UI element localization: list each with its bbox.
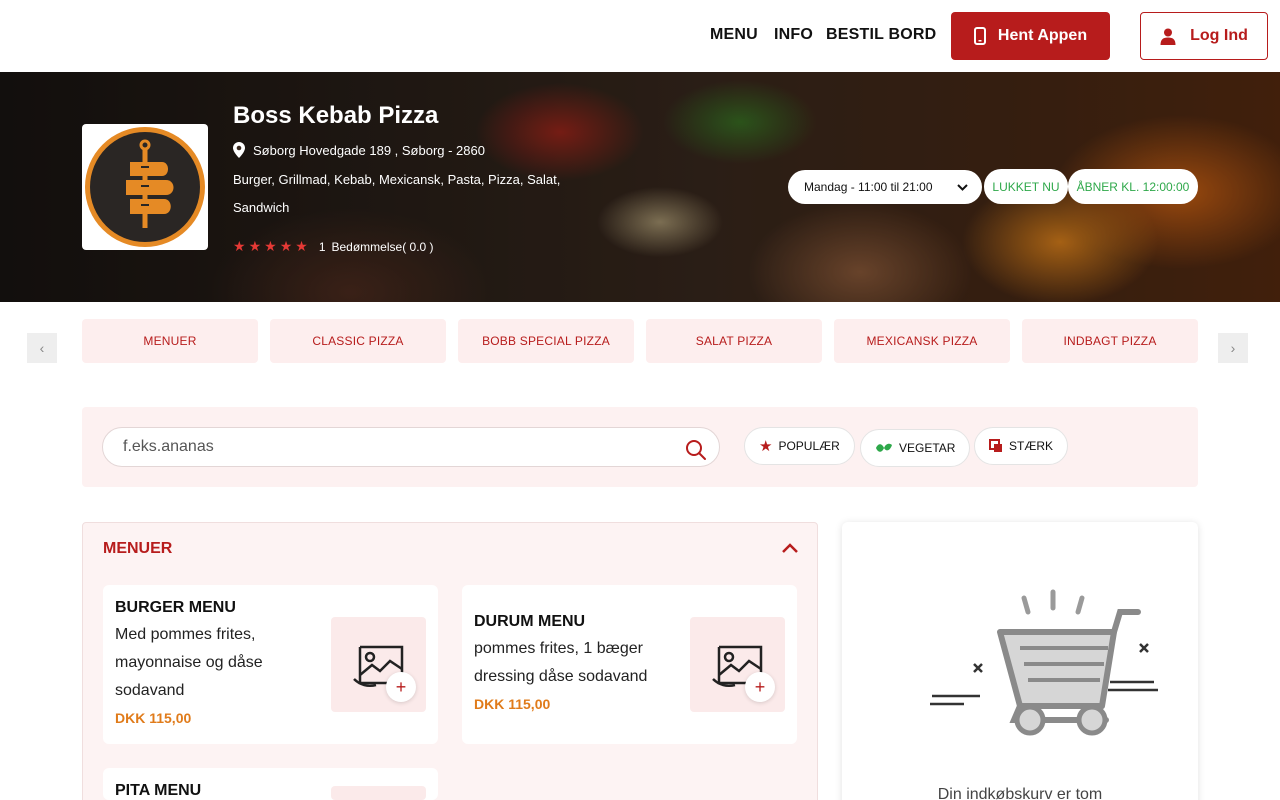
- menu-item-image: [331, 786, 426, 800]
- menu-search-input[interactable]: [102, 427, 720, 467]
- get-app-label: Hent Appen: [997, 27, 1088, 44]
- category-tab-mexicansk-pizza[interactable]: MEXICANSK PIZZA: [834, 319, 1010, 363]
- menu-item-image: [331, 617, 426, 712]
- restaurant-cuisines: Burger, Grillmad, Kebab, Mexicansk, Past…: [233, 172, 561, 215]
- category-tab-bobb-special-pizza[interactable]: BOBB SPECIAL PIZZA: [458, 319, 634, 363]
- filter-spicy-button[interactable]: STÆRK: [974, 427, 1069, 465]
- rating-text: Bedømmelse( 0.0 ): [331, 239, 434, 254]
- menu-item-description: pommes frites, 1 bæger dressing dåse sod…: [474, 640, 648, 685]
- restaurant-hero-banner: Boss Kebab Pizza Søborg Hovedgade 189 , …: [0, 72, 1280, 302]
- opening-hours-select[interactable]: Mandag - 11:00 til 21:00: [788, 170, 982, 204]
- add-to-cart-button[interactable]: +: [745, 672, 775, 702]
- location-pin-icon: [233, 142, 245, 158]
- menu-item-description: Med pommes frites, mayonnaise og dåse so…: [115, 626, 263, 699]
- nav-link-menu[interactable]: MENU: [710, 26, 758, 44]
- star-icon: ★: [264, 238, 277, 254]
- get-app-button[interactable]: Hent Appen: [951, 12, 1110, 60]
- star-icon: ★: [295, 238, 308, 254]
- filter-spicy-label: STÆRK: [1009, 439, 1054, 453]
- menu-item-name: PITA MENU: [115, 782, 202, 799]
- star-icon: ★: [279, 238, 293, 254]
- cart-empty-message: Din indkøbskurv er tom: [937, 786, 1103, 800]
- nav-link-info[interactable]: INFO: [774, 26, 813, 44]
- restaurant-rating: ★ ★ ★ ★ ★ 1 Bedømmelse( 0.0 ): [233, 238, 434, 255]
- chili-icon: [989, 439, 1002, 452]
- filter-vegetarian-label: VEGETAR: [899, 441, 956, 455]
- category-tab-salat-pizza[interactable]: SALAT PIZZA: [646, 319, 822, 363]
- category-tab-classic-pizza[interactable]: CLASSIC PIZZA: [270, 319, 446, 363]
- status-badge-opens-at: ÅBNER KL. 12:00:00: [1068, 169, 1198, 204]
- category-tab-menuer[interactable]: MENUER: [82, 319, 258, 363]
- empty-cart-icon: [930, 589, 1158, 736]
- plus-icon: +: [395, 676, 407, 697]
- plus-icon: +: [754, 676, 766, 697]
- star-icon: ★: [759, 438, 773, 455]
- chevron-down-icon: [957, 183, 968, 191]
- menu-item-name: BURGER MENU: [115, 599, 236, 616]
- star-icon: ★: [248, 238, 262, 254]
- restaurant-name: Boss Kebab Pizza: [233, 102, 439, 129]
- status-badge-closed: LUKKET NU: [984, 169, 1068, 204]
- top-navigation-bar: MENU INFO BESTIL BORD Hent Appen Log Ind: [0, 0, 1280, 72]
- category-scroll-left-button[interactable]: ‹: [27, 333, 57, 363]
- leaf-icon: [876, 443, 892, 452]
- login-button[interactable]: Log Ind: [1140, 12, 1268, 60]
- shopping-cart-panel: [842, 522, 1198, 800]
- chevron-left-icon: ‹: [39, 340, 45, 356]
- star-icon: ★: [233, 238, 246, 254]
- menu-section-title[interactable]: MENUER: [103, 540, 172, 558]
- search-icon[interactable]: [685, 439, 707, 461]
- menu-item-image: [690, 617, 785, 712]
- filter-popular-button[interactable]: ★ POPULÆR: [744, 427, 855, 465]
- restaurant-logo: [82, 124, 208, 250]
- user-icon: [1160, 28, 1176, 45]
- category-scroll-right-button[interactable]: ›: [1218, 333, 1248, 363]
- restaurant-address: Søborg Hovedgade 189 , Søborg - 2860: [233, 142, 485, 158]
- menu-item-price: DKK 115,00: [115, 710, 192, 726]
- menu-item-name: DURUM MENU: [474, 613, 586, 630]
- boss-kebab-logo-icon: [85, 127, 205, 247]
- login-label: Log Ind: [1190, 27, 1248, 44]
- restaurant-address-text: Søborg Hovedgade 189 , Søborg - 2860: [253, 142, 485, 158]
- mobile-phone-icon: [973, 27, 986, 45]
- rating-count: 1: [318, 239, 326, 254]
- chevron-up-icon[interactable]: [780, 540, 800, 556]
- category-tab-indbagt-pizza[interactable]: INDBAGT PIZZA: [1022, 319, 1198, 363]
- add-to-cart-button[interactable]: +: [386, 672, 416, 702]
- filter-popular-label: POPULÆR: [778, 439, 840, 453]
- opening-hours-value: Mandag - 11:00 til 21:00: [804, 180, 933, 194]
- nav-link-book-table[interactable]: BESTIL BORD: [826, 26, 936, 44]
- filter-vegetarian-button[interactable]: VEGETAR: [860, 429, 971, 467]
- menu-item-price: DKK 115,00: [474, 696, 551, 712]
- chevron-right-icon: ›: [1230, 340, 1236, 356]
